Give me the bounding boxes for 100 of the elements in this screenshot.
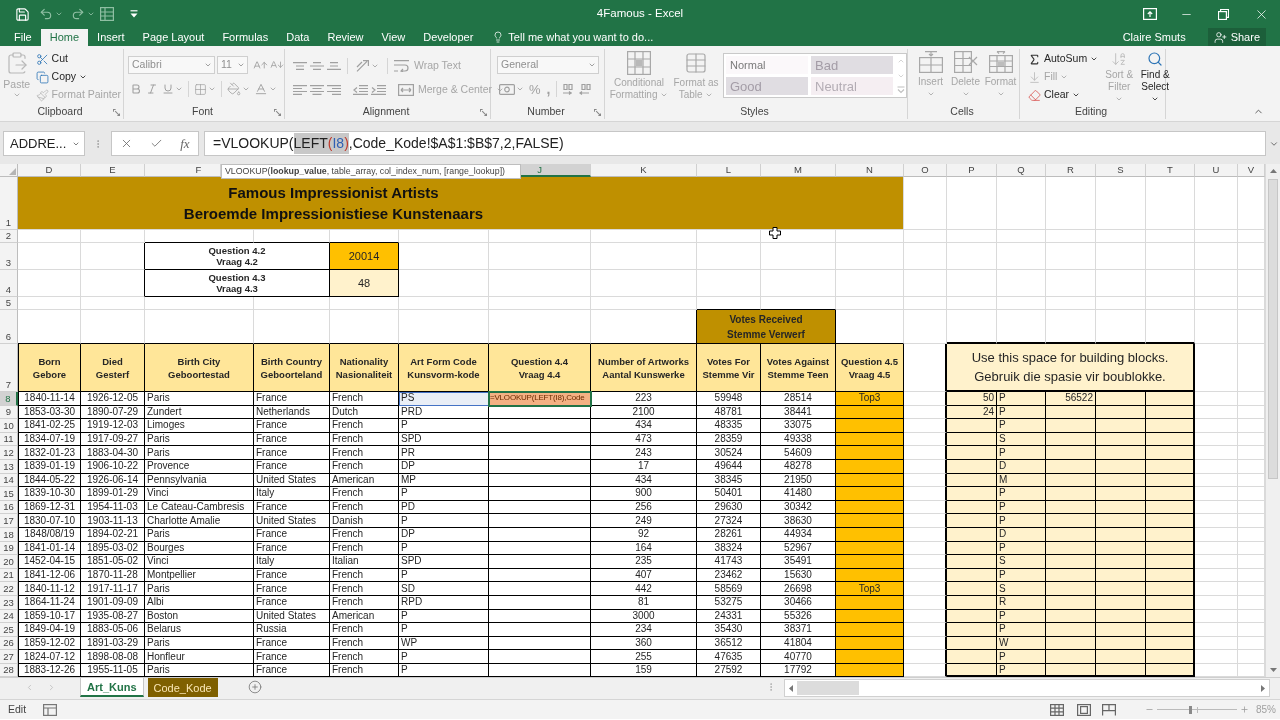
italic-icon[interactable]: [146, 83, 158, 95]
ribbon-tab[interactable]: Developer: [414, 29, 483, 46]
sheet-tab[interactable]: Art_Kuns: [80, 678, 144, 698]
column-header[interactable]: L: [697, 164, 761, 177]
enter-check-icon[interactable]: [150, 137, 164, 150]
column-header[interactable]: U: [1195, 164, 1238, 177]
sheet-icon[interactable]: [43, 703, 58, 716]
undo-icon[interactable]: [39, 7, 53, 21]
align-center-icon[interactable]: [310, 84, 324, 95]
row-header[interactable]: 25: [0, 623, 18, 637]
add-sheet-icon[interactable]: [247, 680, 262, 695]
cut-button[interactable]: Cut: [33, 51, 123, 67]
row-header[interactable]: 2: [0, 230, 18, 243]
dialog-launcher-icon[interactable]: [480, 108, 487, 116]
find-select-button[interactable]: Find & Select: [1138, 49, 1173, 105]
paint-bucket-icon[interactable]: [227, 82, 241, 96]
ribbon-tab[interactable]: Review: [318, 29, 373, 46]
copy-button[interactable]: Copy: [33, 69, 123, 85]
formula-input[interactable]: =VLOOKUP(LEFT(I8),Code_Kode!$A$1:$B$7,2,FALSE): [204, 131, 1266, 156]
row-header[interactable]: 20: [0, 555, 18, 569]
ribbon-tab[interactable]: Home: [40, 29, 89, 46]
column-header[interactable]: S: [1096, 164, 1146, 177]
ribbon-tab[interactable]: Data: [277, 29, 319, 46]
column-header[interactable]: M: [761, 164, 836, 177]
name-box[interactable]: ADDRE...: [3, 131, 85, 156]
page-layout-icon[interactable]: [1077, 703, 1091, 716]
column-header[interactable]: Q: [997, 164, 1046, 177]
row-header[interactable]: 5: [0, 297, 18, 310]
zoom-in-icon[interactable]: [1240, 705, 1249, 715]
save-icon[interactable]: [15, 6, 30, 22]
sheet-tab[interactable]: Code_Kode: [147, 678, 218, 698]
diagonal-arrow-icon[interactable]: [356, 59, 370, 72]
dialog-launcher-icon[interactable]: [594, 108, 601, 116]
column-header[interactable]: P: [947, 164, 997, 177]
squares-arrow-left-icon[interactable]: [578, 83, 593, 95]
column-header[interactable]: D: [18, 164, 81, 177]
dialog-launcher-icon[interactable]: [274, 108, 281, 116]
row-header[interactable]: 12: [0, 446, 18, 460]
redo-icon[interactable]: [71, 7, 85, 21]
scroll-right-triangle-icon[interactable]: [1261, 684, 1265, 692]
border-grid-icon[interactable]: [194, 82, 207, 96]
dialog-launcher-icon[interactable]: [113, 108, 120, 116]
scroll-up-icon[interactable]: [896, 57, 905, 65]
customize-toolbar-icon[interactable]: [130, 10, 138, 18]
column-header[interactable]: R: [1046, 164, 1096, 177]
row-header[interactable]: 3: [0, 243, 18, 270]
tell-me-field[interactable]: Tell me what you want to do...: [508, 29, 659, 45]
ribbon-tab[interactable]: View: [372, 29, 415, 46]
clear-button[interactable]: Clear: [1026, 87, 1101, 103]
row-header[interactable]: 1: [0, 177, 18, 230]
column-header[interactable]: K: [591, 164, 697, 177]
user-name[interactable]: Claire Smuts: [1122, 28, 1186, 46]
zoom-slider-thumb[interactable]: [1189, 705, 1193, 714]
indent-decrease-icon[interactable]: [353, 84, 368, 95]
restore-icon[interactable]: [1218, 8, 1229, 20]
font-color-icon[interactable]: [254, 82, 268, 96]
column-header[interactable]: E: [81, 164, 145, 177]
zoom-slider-track[interactable]: [1157, 704, 1237, 715]
row-header[interactable]: 4: [0, 270, 18, 297]
grid-view-icon[interactable]: [1050, 703, 1064, 716]
ribbon-tab[interactable]: Formulas: [213, 29, 278, 46]
horizontal-scrollbar-thumb[interactable]: [797, 681, 859, 696]
ribbon-tab[interactable]: File: [5, 29, 41, 46]
page-break-icon[interactable]: [1102, 703, 1116, 716]
ribbon-tab[interactable]: Insert: [88, 29, 134, 46]
indent-increase-icon[interactable]: [371, 84, 386, 95]
column-header[interactable]: V: [1238, 164, 1265, 177]
bold-icon[interactable]: [130, 83, 142, 95]
select-all-button[interactable]: [0, 164, 18, 177]
autosum-button[interactable]: AutoSum: [1026, 51, 1101, 67]
underline-icon[interactable]: [162, 83, 174, 95]
row-header[interactable]: 17: [0, 514, 18, 528]
more-styles-icon[interactable]: [896, 86, 905, 94]
column-header[interactable]: J: [521, 164, 591, 177]
ribbon-tab[interactable]: Page Layout: [133, 29, 214, 46]
column-header[interactable]: N: [836, 164, 904, 177]
align-top-icon[interactable]: [293, 61, 307, 70]
row-header[interactable]: 27: [0, 650, 18, 664]
share-button[interactable]: Share: [1207, 28, 1266, 46]
row-header[interactable]: 22: [0, 582, 18, 596]
vertical-scrollbar-thumb[interactable]: [1268, 179, 1278, 479]
column-header[interactable]: T: [1146, 164, 1195, 177]
align-right-icon[interactable]: [327, 84, 341, 95]
row-header[interactable]: 6: [0, 310, 18, 344]
scroll-down-triangle-icon[interactable]: [1269, 668, 1277, 673]
cell-style-option[interactable]: Normal: [726, 56, 808, 74]
scroll-left-triangle-icon[interactable]: [789, 684, 793, 692]
grid-form-icon[interactable]: [100, 7, 114, 21]
align-middle-icon[interactable]: [310, 61, 324, 70]
row-header[interactable]: 15: [0, 487, 18, 501]
row-header[interactable]: 8: [0, 392, 18, 406]
column-header[interactable]: F: [145, 164, 221, 177]
align-left-icon[interactable]: [293, 84, 307, 95]
column-header[interactable]: O: [904, 164, 947, 177]
squares-arrow-right-icon[interactable]: [560, 83, 575, 95]
insert-function-button[interactable]: fx: [180, 137, 190, 150]
align-bottom-icon[interactable]: [327, 61, 341, 70]
row-header[interactable]: 7: [0, 344, 18, 392]
banknote-icon[interactable]: [499, 83, 515, 95]
scroll-up-triangle-icon[interactable]: [1269, 169, 1277, 173]
